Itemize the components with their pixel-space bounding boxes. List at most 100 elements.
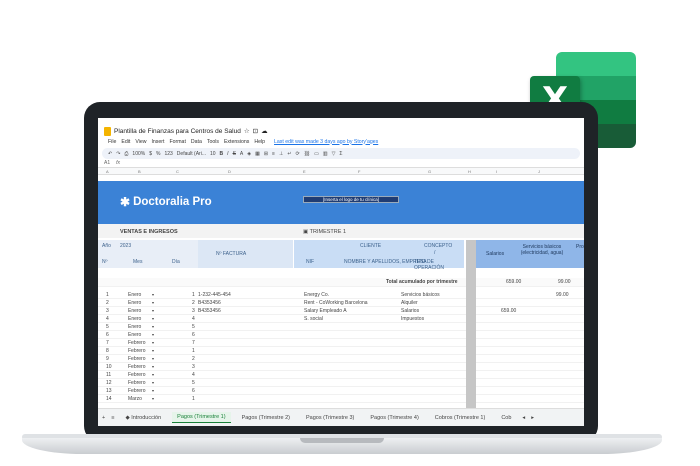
row-number[interactable]: 2 <box>106 300 109 306</box>
zoom-select[interactable]: 100% <box>132 151 145 157</box>
row-number[interactable]: 6 <box>106 332 109 338</box>
tab-pagos-t4[interactable]: Pagos (Trimestre 4) <box>365 413 423 423</box>
invoice-cell[interactable]: B4353456 <box>198 308 221 314</box>
print-icon[interactable]: ⎙ <box>124 151 128 157</box>
month-cell[interactable]: Enero <box>128 300 141 306</box>
align-icon[interactable]: ≡ <box>272 151 275 157</box>
month-dropdown-icon[interactable]: ▾ <box>152 348 154 353</box>
month-dropdown-icon[interactable]: ▾ <box>152 316 154 321</box>
row-number[interactable]: 3 <box>106 308 109 314</box>
col-j[interactable]: J <box>538 169 540 174</box>
day-cell[interactable]: 6 <box>192 332 195 338</box>
font-size-select[interactable]: 10 <box>210 151 216 157</box>
tab-cobros-t1[interactable]: Cobros (Trimestre 1) <box>430 413 491 423</box>
client-cell[interactable]: S. social <box>304 316 323 322</box>
doc-title[interactable]: Plantilla de Finanzas para Centros de Sa… <box>114 128 241 135</box>
tab-pagos-t3[interactable]: Pagos (Trimestre 3) <box>301 413 359 423</box>
day-cell[interactable]: 1 <box>192 348 195 354</box>
row-number[interactable]: 1 <box>106 292 109 298</box>
month-dropdown-icon[interactable]: ▾ <box>152 356 154 361</box>
menu-edit[interactable]: Edit <box>121 139 130 145</box>
tab-cobros-more[interactable]: Cob <box>496 413 516 423</box>
month-cell[interactable]: Enero <box>128 332 141 338</box>
day-cell[interactable]: 2 <box>192 356 195 362</box>
year-value[interactable]: 2023 <box>120 243 131 249</box>
menu-insert[interactable]: Insert <box>151 139 164 145</box>
day-cell[interactable]: 5 <box>192 324 195 330</box>
functions-icon[interactable]: Σ <box>339 151 342 157</box>
month-cell[interactable]: Enero <box>128 316 141 322</box>
undo-icon[interactable]: ↶ <box>108 151 112 157</box>
month-dropdown-icon[interactable]: ▾ <box>152 380 154 385</box>
col-c[interactable]: C <box>176 169 179 174</box>
valign-icon[interactable]: ⊥ <box>279 151 283 157</box>
day-cell[interactable]: 2 <box>192 300 195 306</box>
month-dropdown-icon[interactable]: ▾ <box>152 340 154 345</box>
text-color-icon[interactable]: A <box>240 151 243 157</box>
day-cell[interactable]: 4 <box>192 316 195 322</box>
totals-salaries[interactable]: 659.00 <box>506 279 521 285</box>
month-dropdown-icon[interactable]: ▾ <box>152 388 154 393</box>
client-cell[interactable]: Rent - CoWorking Barcelona <box>304 300 368 306</box>
month-dropdown-icon[interactable]: ▾ <box>152 364 154 369</box>
bold-icon[interactable]: B <box>220 151 224 157</box>
currency-button[interactable]: $ <box>149 151 152 157</box>
col-h[interactable]: H <box>468 169 471 174</box>
menu-tools[interactable]: Tools <box>207 139 219 145</box>
merge-icon[interactable]: ⊞ <box>264 151 268 157</box>
month-dropdown-icon[interactable]: ▾ <box>152 292 154 297</box>
row-number[interactable]: 14 <box>106 396 112 402</box>
month-cell[interactable]: Marzo <box>128 396 142 402</box>
client-cell[interactable]: Salary Empleado A <box>304 308 347 314</box>
day-cell[interactable]: 1 <box>192 396 195 402</box>
client-cell[interactable]: Energy Co. <box>304 292 329 298</box>
month-cell[interactable]: Febrero <box>128 340 146 346</box>
month-cell[interactable]: Febrero <box>128 356 146 362</box>
col-e[interactable]: E <box>303 169 306 174</box>
tab-pagos-t2[interactable]: Pagos (Trimestre 2) <box>237 413 295 423</box>
row-number[interactable]: 4 <box>106 316 109 322</box>
day-cell[interactable]: 5 <box>192 380 195 386</box>
day-cell[interactable]: 6 <box>192 388 195 394</box>
col-f[interactable]: F <box>358 169 360 174</box>
salaries-cell[interactable]: 659.00 <box>501 308 516 314</box>
menu-extensions[interactable]: Extensions <box>224 139 249 145</box>
menu-help[interactable]: Help <box>254 139 265 145</box>
services-cell[interactable]: 99.00 <box>556 292 569 298</box>
cell-ref[interactable]: A1 <box>104 160 110 166</box>
concept-cell[interactable]: Alquiler <box>401 300 418 306</box>
day-cell[interactable]: 7 <box>192 340 195 346</box>
chart-icon[interactable]: ▥ <box>323 151 328 157</box>
row-number[interactable]: 12 <box>106 380 112 386</box>
month-cell[interactable]: Febrero <box>128 364 146 370</box>
row-number[interactable]: 11 <box>106 372 111 378</box>
row-number[interactable]: 5 <box>106 324 109 330</box>
number-format-button[interactable]: 123 <box>164 151 172 157</box>
concept-cell[interactable]: Servicios básicos <box>401 292 440 298</box>
redo-icon[interactable]: ↷ <box>116 151 120 157</box>
col-i[interactable]: I <box>496 169 497 174</box>
concept-cell[interactable]: Salarios <box>401 308 419 314</box>
month-cell[interactable]: Enero <box>128 308 141 314</box>
invoice-cell[interactable]: 1-232-445-454 <box>198 292 231 298</box>
all-sheets-icon[interactable]: ≡ <box>111 415 114 421</box>
col-g[interactable]: G <box>428 169 431 174</box>
col-d[interactable]: D <box>228 169 231 174</box>
wrap-icon[interactable]: ↵ <box>287 151 291 157</box>
menu-file[interactable]: File <box>108 139 116 145</box>
comment-icon[interactable]: ▭ <box>314 151 319 157</box>
month-cell[interactable]: Febrero <box>128 372 146 378</box>
month-cell[interactable]: Enero <box>128 292 141 298</box>
menu-format[interactable]: Format <box>169 139 185 145</box>
month-cell[interactable]: Febrero <box>128 348 146 354</box>
tabs-scroll-left-icon[interactable]: ◂ <box>522 415 525 421</box>
last-edit-link[interactable]: Last edit was made 3 days ago by Story'a… <box>274 139 378 145</box>
move-icon[interactable]: ⊡ <box>253 127 258 135</box>
concept-cell[interactable]: Impuestos <box>401 316 424 322</box>
add-sheet-icon[interactable]: + <box>102 415 105 421</box>
day-cell[interactable]: 1 <box>192 292 195 298</box>
percent-button[interactable]: % <box>156 151 160 157</box>
star-icon[interactable]: ☆ <box>244 127 250 135</box>
invoice-cell[interactable]: B4353456 <box>198 300 221 306</box>
row-number[interactable]: 8 <box>106 348 109 354</box>
